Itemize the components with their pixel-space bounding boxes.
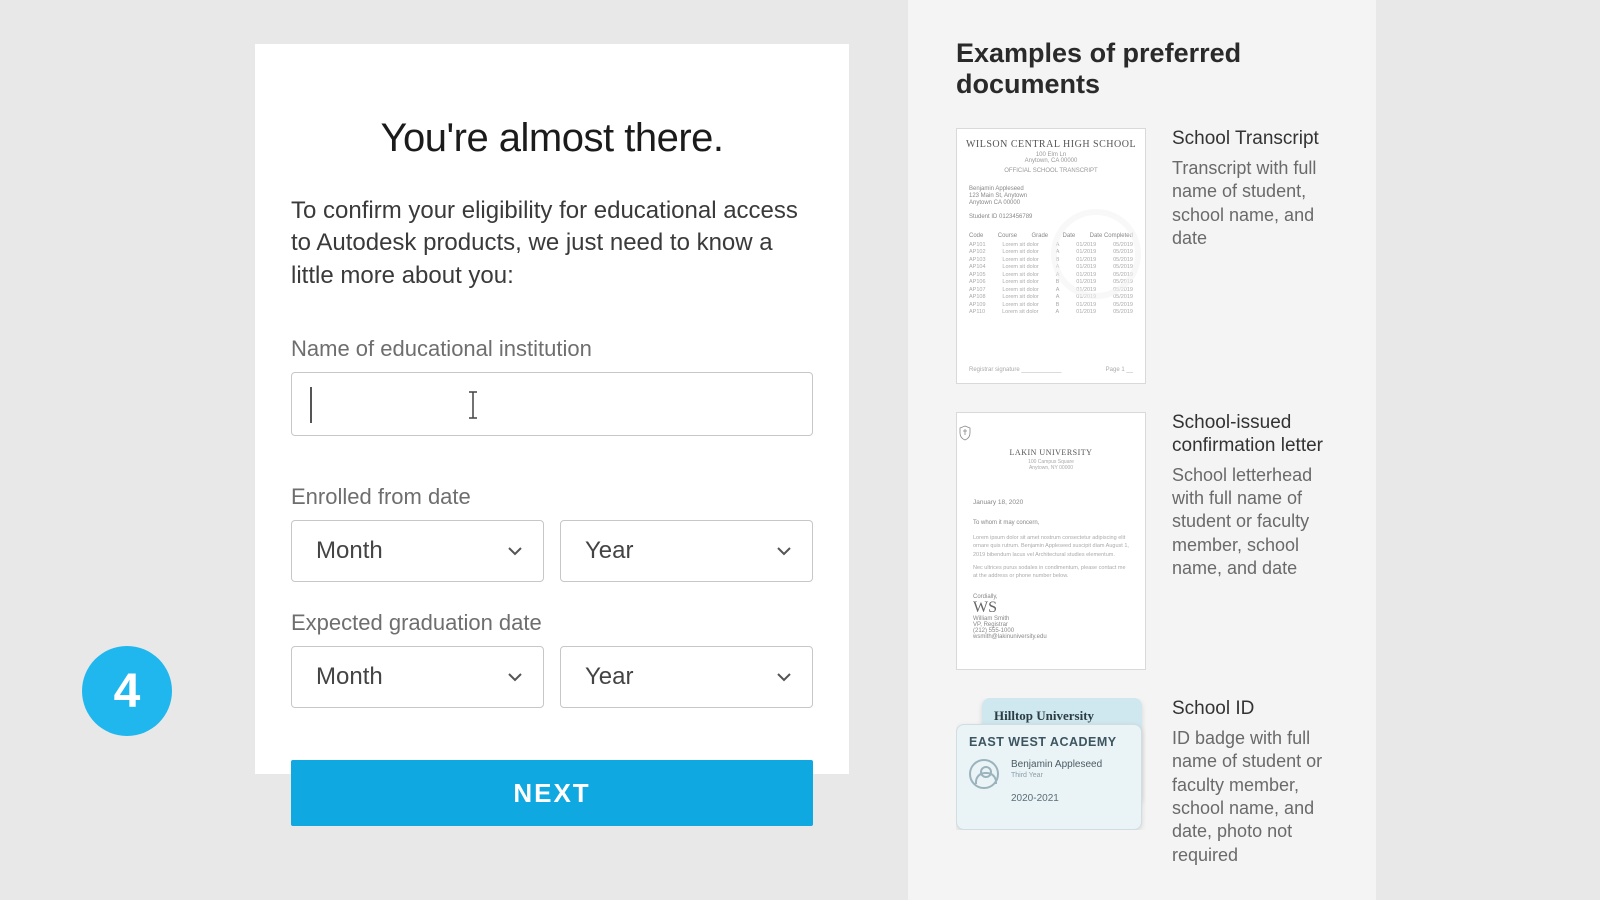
- thumb-uni-name: LAKIN UNIVERSITY: [957, 448, 1145, 457]
- card-title: You're almost there.: [291, 116, 813, 161]
- id-back-title: Hilltop University: [994, 708, 1130, 724]
- institution-label: Name of educational institution: [291, 336, 813, 362]
- chevron-down-icon: [507, 669, 523, 685]
- graduation-year-select[interactable]: Year: [560, 646, 813, 708]
- thumb-letter-date: January 18, 2020: [973, 499, 1145, 506]
- enrolled-month-select[interactable]: Month: [291, 520, 544, 582]
- example-text: School Transcript Transcript with full n…: [1172, 128, 1348, 384]
- id-card-front: EAST WEST ACADEMY Benjamin Appleseed Thi…: [956, 724, 1142, 830]
- example-title: School ID: [1172, 698, 1348, 721]
- text-cursor-icon: [466, 391, 480, 419]
- chevron-down-icon: [507, 543, 523, 559]
- select-value: Month: [316, 537, 383, 565]
- example-desc: Transcript with full name of student, sc…: [1172, 157, 1348, 251]
- watermark-icon: [1051, 209, 1141, 299]
- example-title: School Transcript: [1172, 128, 1348, 151]
- institution-input[interactable]: [291, 372, 813, 436]
- chevron-down-icon: [776, 543, 792, 559]
- crest-icon: [957, 425, 973, 441]
- select-value: Month: [316, 663, 383, 691]
- text-caret: [310, 387, 312, 423]
- example-desc: School letterhead with full name of stud…: [1172, 464, 1348, 581]
- id-thumbnail: Hilltop University EAST WEST ACADEMY Ben…: [956, 698, 1146, 830]
- step-badge: 4: [82, 646, 172, 736]
- card-description: To confirm your eligibility for educatio…: [291, 195, 813, 292]
- thumb-school-name: WILSON CENTRAL HIGH SCHOOL: [957, 139, 1145, 150]
- select-value: Year: [585, 663, 634, 691]
- id-name: Benjamin Appleseed: [1011, 759, 1102, 770]
- step-number: 4: [114, 664, 141, 719]
- enrolled-label: Enrolled from date: [291, 484, 813, 510]
- avatar-icon: [969, 759, 999, 789]
- transcript-thumbnail: WILSON CENTRAL HIGH SCHOOL 100 Elm LnAny…: [956, 128, 1146, 384]
- id-front-title: EAST WEST ACADEMY: [969, 735, 1129, 749]
- example-text: School ID ID badge with full name of stu…: [1172, 698, 1348, 867]
- example-row: Hilltop University EAST WEST ACADEMY Ben…: [956, 698, 1348, 867]
- example-desc: ID badge with full name of student or fa…: [1172, 727, 1348, 867]
- example-text: School-issued confirmation letter School…: [1172, 412, 1348, 670]
- id-year: 2020-2021: [1011, 793, 1102, 804]
- next-button[interactable]: NEXT: [291, 760, 813, 826]
- graduation-date-row: Month Year: [291, 646, 813, 708]
- examples-title: Examples of preferred documents: [956, 38, 1348, 100]
- select-value: Year: [585, 537, 634, 565]
- graduation-month-select[interactable]: Month: [291, 646, 544, 708]
- enrolled-year-select[interactable]: Year: [560, 520, 813, 582]
- graduation-label: Expected graduation date: [291, 610, 813, 636]
- example-title: School-issued confirmation letter: [1172, 412, 1348, 458]
- chevron-down-icon: [776, 669, 792, 685]
- letter-thumbnail: LAKIN UNIVERSITY 100 Campus SquareAnytow…: [956, 412, 1146, 670]
- enrolled-date-row: Month Year: [291, 520, 813, 582]
- examples-panel: Examples of preferred documents WILSON C…: [908, 0, 1376, 900]
- example-row: WILSON CENTRAL HIGH SCHOOL 100 Elm LnAny…: [956, 128, 1348, 384]
- example-row: LAKIN UNIVERSITY 100 Campus SquareAnytow…: [956, 412, 1348, 670]
- eligibility-form-card: You're almost there. To confirm your eli…: [255, 44, 849, 774]
